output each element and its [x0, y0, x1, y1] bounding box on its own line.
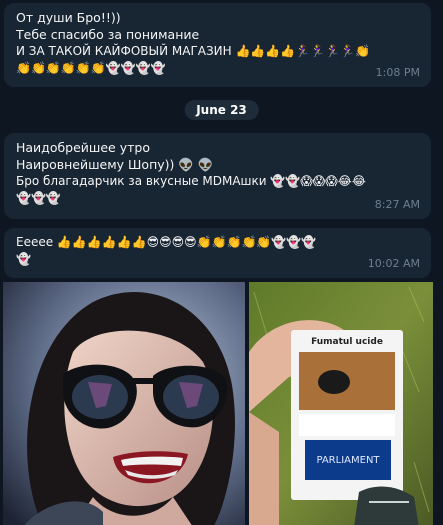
hand-holding-cigarette-pack-photo[interactable]: Fumatul ucide PARLIAMENT	[249, 282, 433, 525]
message-bubble[interactable]: От души Бро!!)) Тебе спасибо за понимани…	[4, 3, 431, 87]
message-text-line: Тебе спасибо за понимание	[16, 27, 200, 42]
pack-warning-text: Fumatul ucide	[311, 337, 383, 347]
message-text-line: 👏👏👏👏👏👏👻👻👻👻	[16, 61, 166, 75]
chat-view: От души Бро!!)) Тебе спасибо за понимани…	[0, 0, 443, 525]
message-text-line: Наировнейшему Шопу)) 👽 👽	[16, 157, 214, 172]
message-time: 10:02 AM	[367, 257, 420, 270]
date-separator: June 23	[184, 100, 259, 120]
message-text-line: От души Бро!!))	[16, 10, 121, 25]
message-bubble[interactable]: Еееее 👍👍👍👍👍👍😎😎😎😎👏👏👏👏👏👻👻👻 👻 10:02 AM	[4, 228, 431, 278]
cigarette-pack-photo-illustration: Fumatul ucide PARLIAMENT	[249, 282, 433, 525]
message-text-line: 👻	[16, 252, 31, 266]
scrollbar[interactable]	[437, 0, 443, 525]
message-bubble[interactable]: Наидобрейшее утро Наировнейшему Шопу)) 👽…	[4, 133, 431, 219]
message-text-line: 👻👻👻	[16, 191, 61, 205]
portrait-photo[interactable]	[3, 282, 245, 525]
pack-brand-text: PARLIAMENT	[316, 455, 380, 466]
message-text-line: Наидобрейшее утро	[16, 140, 150, 155]
message-text-line: И ЗА ТАКОЙ КАЙФОВЫЙ МАГАЗИН 👍👍👍👍🏃‍♀️🏃‍♀️…	[16, 44, 370, 58]
message-text-line: Еееее 👍👍👍👍👍👍😎😎😎😎👏👏👏👏👏👻👻👻	[16, 235, 317, 249]
message-text-line: Бро благадарчик за вкусные MDMAшки 👻👻😱😱😱…	[16, 174, 366, 188]
portrait-photo-illustration	[3, 282, 245, 525]
message-time: 1:08 PM	[375, 66, 420, 79]
message-time: 8:27 AM	[374, 198, 420, 211]
